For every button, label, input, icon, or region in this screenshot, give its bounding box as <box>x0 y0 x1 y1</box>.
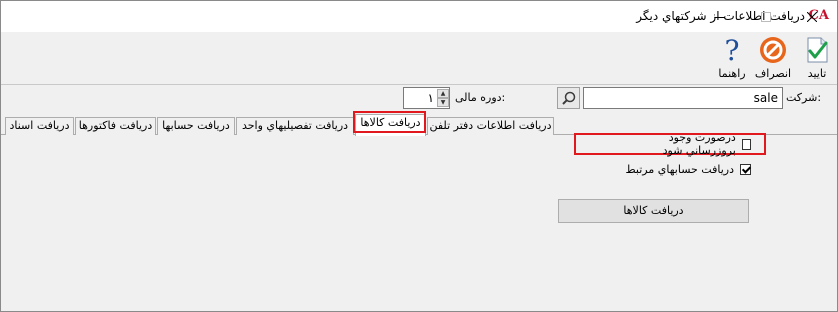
confirm-icon <box>807 37 828 63</box>
tab-documents[interactable]: دریافت اسناد <box>5 117 74 135</box>
maximize-button[interactable] <box>743 1 789 32</box>
company-search-button[interactable] <box>557 87 580 109</box>
close-icon <box>807 11 817 22</box>
help-label: راهنما <box>718 67 746 80</box>
period-value: ۱ <box>427 91 434 105</box>
receive-goods-button[interactable]: دریافت کالاها <box>558 199 749 223</box>
minimize-icon <box>715 16 725 18</box>
cancel-button[interactable]: انصراف <box>753 35 793 83</box>
update-existing-checkbox[interactable] <box>741 138 751 150</box>
toolbar: تایید انصراف ? راهنما <box>1 32 837 85</box>
search-icon <box>561 91 575 105</box>
company-label: شرکت: <box>786 91 822 104</box>
spin-up-button[interactable]: ▲ <box>437 89 449 98</box>
update-existing-label: درصورت وجود بروزرساني شود <box>662 131 736 157</box>
cancel-label: انصراف <box>754 67 792 80</box>
tab-accounts[interactable]: دریافت حسابها <box>157 117 235 135</box>
tab-goods[interactable]: دریافت کالاها <box>355 114 426 136</box>
company-input[interactable]: sale <box>583 87 783 109</box>
related-accounts-label: دریافت حسابهاي مرتبط <box>625 162 734 176</box>
tab-unit-details[interactable]: دریافت تفصیلیهاي واحد <box>236 117 354 135</box>
period-label: دوره مالی: <box>455 91 506 104</box>
update-existing-option[interactable]: درصورت وجود بروزرساني شود <box>621 131 751 157</box>
period-stepper[interactable]: ۱ ▲ ▼ <box>403 87 450 109</box>
ok-button[interactable]: تایید <box>797 35 837 83</box>
minimize-button[interactable] <box>697 1 743 32</box>
maximize-icon <box>761 11 771 22</box>
ok-label: تایید <box>807 67 827 80</box>
spin-down-button[interactable]: ▼ <box>437 98 449 107</box>
related-accounts-checkbox[interactable] <box>740 163 751 175</box>
svg-text:?: ? <box>724 35 739 65</box>
tab-phonebook[interactable]: دریافت اطلاعات دفتر تلفن <box>427 117 554 135</box>
close-button[interactable] <box>789 1 835 32</box>
company-row: شرکت: sale دوره مالی: ۱ ▲ ▼ <box>1 85 837 113</box>
cancel-icon <box>760 37 786 63</box>
tab-content-goods: درصورت وجود بروزرساني شود دریافت حسابهاي… <box>1 131 837 311</box>
help-button[interactable]: ? راهنما <box>712 35 752 83</box>
tab-invoices[interactable]: دریافت فاکتورها <box>75 117 156 135</box>
period-spinner: ▲ ▼ <box>437 89 449 107</box>
related-accounts-option[interactable]: دریافت حسابهاي مرتبط <box>621 162 751 176</box>
dialog-window: CA دریافت اطلاعات از شرکتهاي دیگر تایید … <box>0 0 838 312</box>
help-icon: ? <box>724 35 739 65</box>
